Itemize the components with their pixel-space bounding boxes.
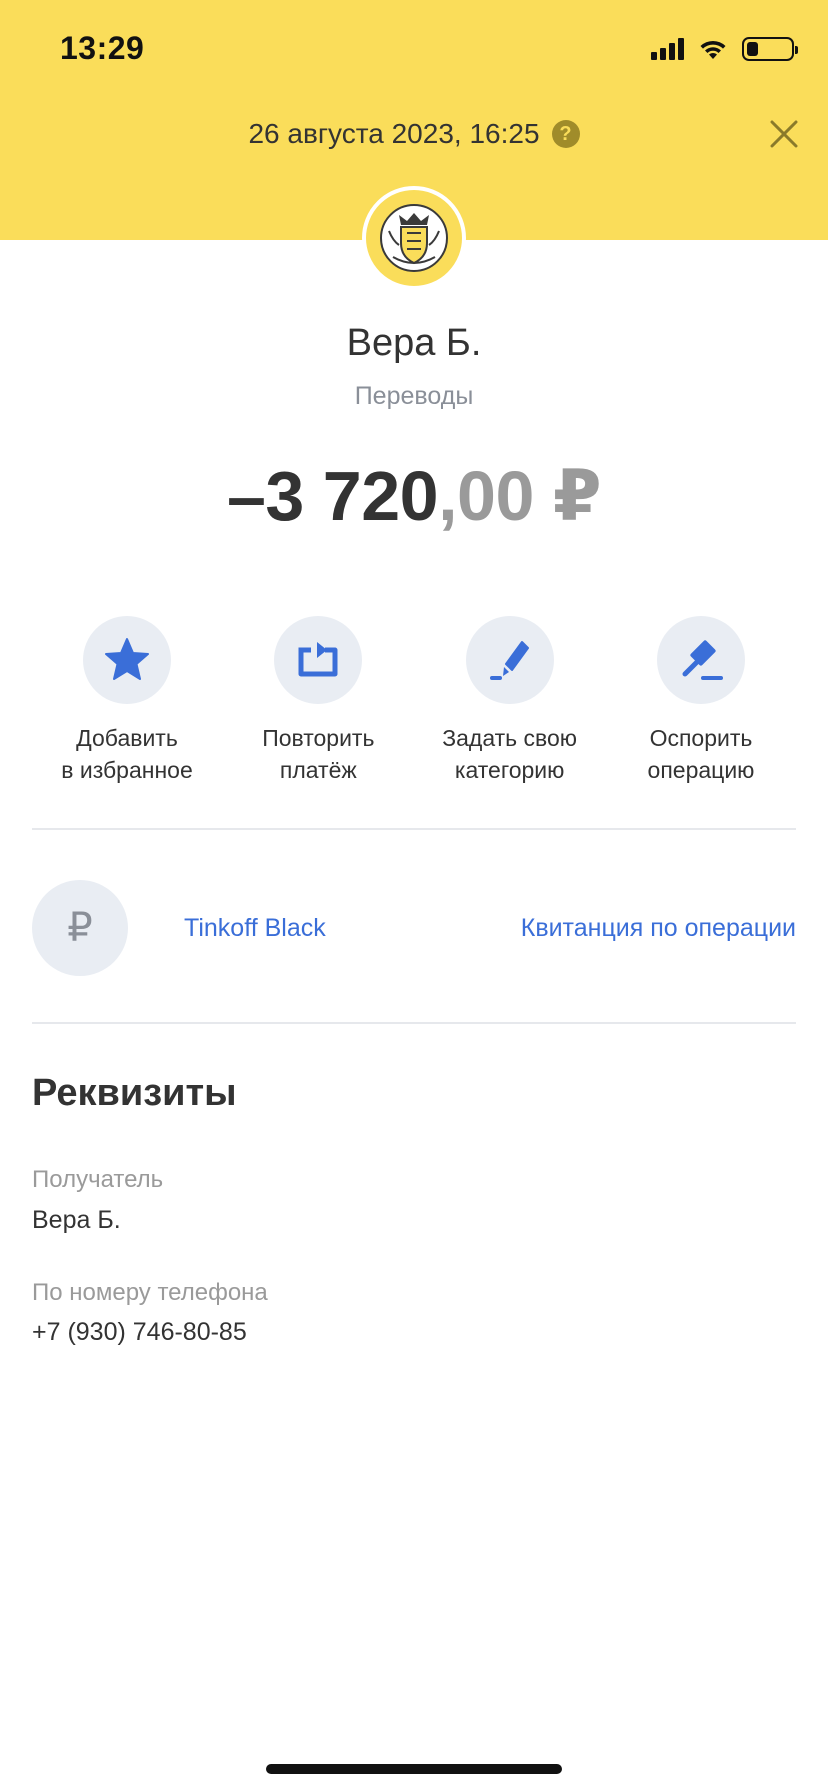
recipient-value: Вера Б. bbox=[32, 1206, 121, 1234]
gavel-icon bbox=[682, 640, 723, 680]
battery-icon bbox=[742, 37, 798, 61]
transaction-amount: –3 720,00 ₽ bbox=[0, 455, 828, 537]
date-row: 26 августа 2023, 16:25 ? bbox=[0, 118, 828, 150]
payment-card-row: ₽ Tinkoff Black Квитанция по операции bbox=[32, 880, 796, 976]
bank-logo bbox=[362, 186, 466, 290]
add-to-favorites-button[interactable]: Добавить в избранное bbox=[32, 616, 222, 786]
action-icon-circle bbox=[656, 616, 745, 704]
details-title: Реквизиты bbox=[32, 1072, 237, 1114]
wifi-icon bbox=[698, 38, 728, 60]
status-icons bbox=[651, 34, 798, 64]
star-icon bbox=[105, 638, 149, 680]
repeat-payment-button[interactable]: Повторить платёж bbox=[223, 616, 413, 786]
close-icon[interactable] bbox=[766, 116, 802, 152]
action-label: Повторить платёж bbox=[262, 725, 375, 783]
divider bbox=[32, 828, 796, 830]
transaction-category: Переводы bbox=[354, 382, 474, 410]
transaction-date: 26 августа 2023, 16:25 bbox=[248, 118, 540, 149]
phone-value: +7 (930) 746-80-85 bbox=[32, 1318, 247, 1346]
action-label: Оспорить операцию bbox=[647, 725, 755, 783]
tinkoff-crest-icon bbox=[380, 204, 448, 272]
amount-decimal: ,00 ₽ bbox=[438, 457, 602, 535]
recipient-label: Получатель bbox=[32, 1166, 164, 1193]
action-label: Задать свою категорию bbox=[442, 725, 578, 783]
cellular-signal-icon bbox=[651, 38, 684, 60]
dispute-operation-button[interactable]: Оспорить операцию bbox=[606, 616, 796, 786]
ruble-icon: ₽ bbox=[32, 880, 128, 976]
merchant-name: Вера Б. bbox=[346, 322, 482, 364]
home-indicator[interactable] bbox=[266, 1764, 562, 1774]
help-icon[interactable]: ? bbox=[551, 120, 580, 148]
action-buttons: Добавить в избранное Повторить платёж За… bbox=[32, 616, 796, 786]
amount-integer: –3 720 bbox=[226, 457, 439, 535]
action-icon-circle bbox=[274, 616, 363, 704]
set-category-button[interactable]: Задать свою категорию bbox=[415, 616, 605, 786]
action-label: Добавить в избранное bbox=[61, 725, 193, 783]
receipt-link[interactable]: Квитанция по операции bbox=[521, 914, 796, 943]
card-name-link[interactable]: Tinkoff Black bbox=[184, 914, 326, 943]
divider bbox=[32, 1022, 796, 1024]
status-time: 13:29 bbox=[60, 30, 145, 66]
brush-icon bbox=[489, 641, 529, 680]
action-icon-circle bbox=[83, 616, 171, 704]
action-icon-circle bbox=[465, 616, 554, 704]
battery-level bbox=[747, 42, 758, 56]
phone-label: По номеру телефона bbox=[32, 1279, 268, 1306]
repeat-icon bbox=[298, 642, 338, 677]
